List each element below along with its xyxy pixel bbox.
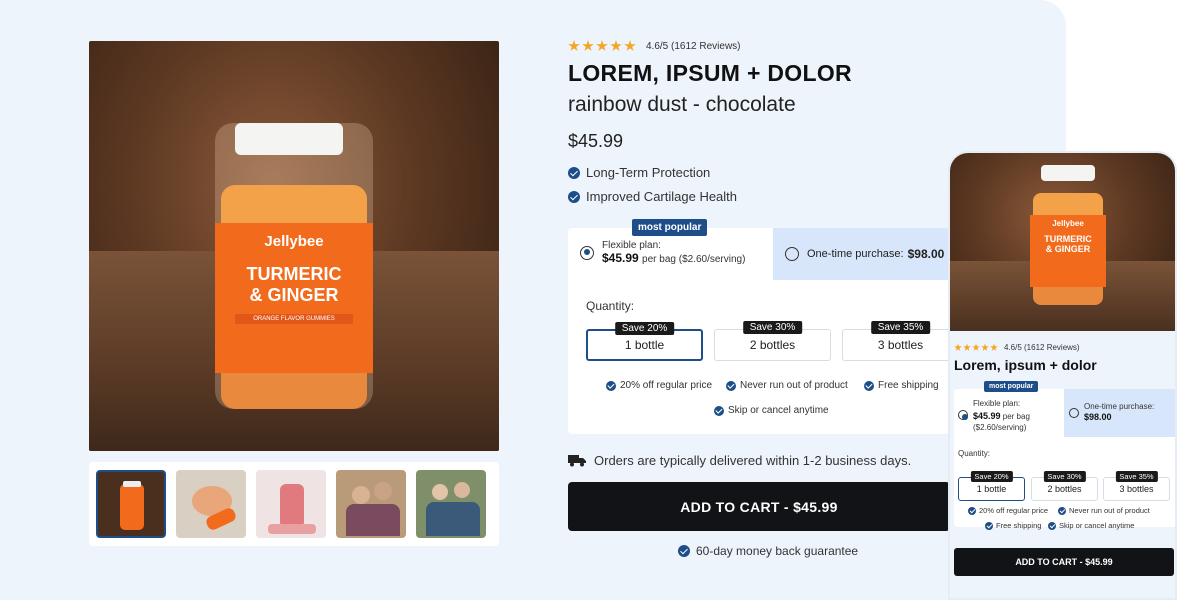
star-icon	[596, 40, 608, 51]
feature-item: Improved Cartilage Health	[568, 189, 737, 204]
check-circle-icon	[968, 506, 976, 515]
mobile-product-image: Jellybee TURMERIC & GINGER	[950, 153, 1175, 331]
rating-row: 4.6/5 (1612 Reviews)	[568, 40, 741, 52]
save-badge: Save 35%	[870, 321, 931, 334]
product-subtitle: rainbow dust - chocolate	[568, 93, 796, 116]
mobile-add-to-cart-button[interactable]: ADD TO CART - $45.99	[954, 548, 1174, 576]
plan-flexible[interactable]: Flexible plan: $45.99 per bag ($2.60/ser…	[580, 240, 745, 265]
benefit-item: Free shipping	[864, 380, 939, 391]
quantity-option-1[interactable]: Save 20% 1 bottle	[586, 322, 703, 361]
benefit-item: Never run out of product	[726, 380, 848, 391]
star-icon	[963, 343, 971, 351]
product-price: $45.99	[568, 131, 624, 151]
check-circle-icon	[568, 166, 580, 179]
star-icon	[990, 343, 998, 351]
add-to-cart-button[interactable]: ADD TO CART - $45.99	[568, 482, 950, 531]
thumbnail-2[interactable]	[176, 470, 246, 538]
mobile-plan-flexible[interactable]: Flexible plan: $45.99 per bag ($2.60/ser…	[958, 399, 1030, 433]
check-circle-icon	[985, 521, 993, 530]
thumbnail-strip	[89, 462, 499, 546]
mobile-most-popular-badge: most popular	[984, 381, 1039, 392]
rating-text: 4.6/5 (1612 Reviews)	[646, 40, 741, 52]
check-circle-icon	[714, 405, 724, 416]
mobile-quantity-option-3[interactable]: Save 35% 3 bottles	[1103, 471, 1170, 501]
feature-item: Long-Term Protection	[568, 165, 710, 180]
star-icon	[981, 343, 989, 351]
mobile-benefit-item: Free shipping	[985, 521, 1041, 530]
radio-selected[interactable]	[580, 245, 594, 260]
thumbnail-3[interactable]	[256, 470, 326, 538]
thumbnail-1[interactable]	[96, 470, 166, 538]
check-circle-icon	[606, 380, 616, 391]
mobile-product-title: Lorem, ipsum + dolor	[954, 357, 1097, 373]
truck-icon	[568, 455, 586, 467]
bottle-label-line1: TURMERIC	[246, 264, 342, 284]
quantity-option-2[interactable]: Save 30% 2 bottles	[714, 321, 831, 361]
thumbnail-5[interactable]	[416, 470, 486, 538]
mobile-quantity-label: Quantity:	[958, 449, 991, 458]
mobile-quantity-option-2[interactable]: Save 30% 2 bottles	[1031, 471, 1098, 501]
thumbnail-4[interactable]	[336, 470, 406, 538]
star-icon	[972, 343, 980, 351]
mobile-rating-row: 4.6/5 (1612 Reviews)	[954, 343, 1080, 352]
benefit-item: 20% off regular price	[606, 380, 712, 391]
product-main-image: Jellybee TURMERIC & GINGER ORANGE FLAVOR…	[89, 41, 499, 451]
mobile-quantity-option-1[interactable]: Save 20% 1 bottle	[958, 471, 1025, 501]
mobile-benefit-item: 20% off regular price	[968, 506, 1048, 515]
check-circle-icon	[864, 380, 874, 391]
star-icon	[954, 343, 962, 351]
plan-selector: Flexible plan: $45.99 per bag ($2.60/ser…	[568, 228, 950, 434]
star-icon	[568, 40, 580, 51]
star-icon	[610, 40, 622, 51]
radio-selected[interactable]	[958, 410, 968, 420]
star-icon	[624, 40, 636, 51]
star-icon	[582, 40, 594, 51]
save-badge: Save 20%	[614, 322, 675, 335]
quantity-option-3[interactable]: Save 35% 3 bottles	[842, 321, 950, 361]
check-circle-icon	[1058, 506, 1066, 515]
quantity-label: Quantity:	[586, 299, 635, 313]
check-circle-icon	[568, 190, 580, 203]
mobile-preview: Jellybee TURMERIC & GINGER 4.6/5 (1612 R…	[948, 151, 1177, 600]
mobile-benefit-item: Skip or cancel anytime	[1048, 521, 1134, 530]
mobile-plan-one-time[interactable]: One-time purchase: $98.00	[1064, 389, 1175, 437]
check-circle-icon	[1048, 521, 1056, 530]
check-circle-icon	[726, 380, 736, 391]
product-title: LOREM, IPSUM + DOLOR	[568, 60, 852, 86]
mobile-benefit-item: Never run out of product	[1058, 506, 1150, 515]
radio-unselected[interactable]	[785, 247, 799, 261]
bottle-label-sub: ORANGE FLAVOR GUMMIES	[235, 314, 353, 324]
guarantee-note: 60-day money back guarantee	[678, 544, 858, 558]
bottle-brand: Jellybee	[264, 233, 324, 250]
mobile-body: 4.6/5 (1612 Reviews) Lorem, ipsum + dolo…	[950, 331, 1175, 598]
product-bottle: Jellybee TURMERIC & GINGER ORANGE FLAVOR…	[215, 123, 373, 409]
radio-unselected[interactable]	[1069, 408, 1079, 418]
check-circle-icon	[678, 545, 690, 557]
benefit-item: Skip or cancel anytime	[714, 405, 829, 416]
plan-one-time[interactable]: One-time purchase: $98.00	[773, 228, 950, 280]
delivery-note: Orders are typically delivered within 1-…	[568, 453, 911, 468]
save-badge: Save 30%	[742, 321, 803, 334]
bottle-label-line2: & GINGER	[249, 285, 339, 305]
most-popular-badge: most popular	[632, 219, 708, 236]
